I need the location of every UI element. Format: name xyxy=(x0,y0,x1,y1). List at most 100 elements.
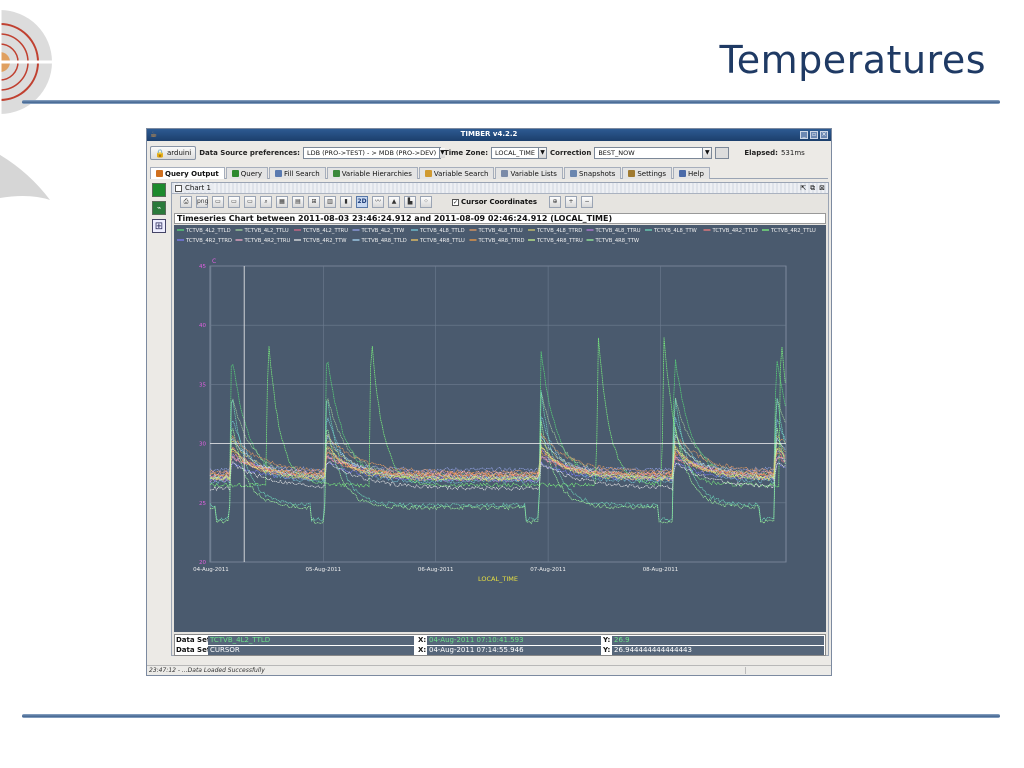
save-icon[interactable]: ▭ xyxy=(244,196,256,208)
y-value: 26.9 xyxy=(612,635,824,645)
new-chart-button[interactable] xyxy=(152,183,166,197)
tab-label: Query Output xyxy=(165,169,219,178)
series-line xyxy=(209,337,786,489)
window-titlebar[interactable]: ☕ TIMBER v4.2.2 _ ▫ × xyxy=(147,129,831,141)
close-icon[interactable]: ⊠ xyxy=(819,184,825,193)
table-view-button[interactable]: ⊞ xyxy=(152,219,166,233)
data-source-select[interactable]: LDB (PRO->TEST) - > MDB (PRO->DEV) ▼ xyxy=(302,147,445,159)
tab-label: Variable Hierarchies xyxy=(341,169,412,178)
inspect-icon[interactable]: ⌕ xyxy=(260,196,272,208)
legend-entry: TCTVB_4R2_TTRD xyxy=(185,238,232,244)
y-tick-label: 30 xyxy=(199,442,206,448)
y-tick-label: 35 xyxy=(199,382,206,388)
minimize-button[interactable]: _ xyxy=(800,131,808,139)
paste-icon[interactable]: ▭ xyxy=(228,196,240,208)
legend-entry: TCTVB_4R8_TTRU xyxy=(536,238,583,244)
zoom-fit-icon[interactable]: ⊕ xyxy=(549,196,562,208)
list-icon xyxy=(501,170,509,177)
preferences-bar: 🔒 arduini Data Source preferences: LDB (… xyxy=(150,145,828,161)
tab-variable-hierarchies[interactable]: Variable Hierarchies xyxy=(326,167,418,179)
tab-snapshots[interactable]: Snapshots xyxy=(563,167,622,179)
gear-icon xyxy=(628,170,636,177)
user-button[interactable]: 🔒 arduini xyxy=(150,146,197,160)
correction-label: Correction xyxy=(550,149,592,157)
chevron-down-icon: ▼ xyxy=(538,148,547,158)
timezone-select[interactable]: LOCAL_TIME ▼ xyxy=(491,147,548,159)
elapsed-label: Elapsed: xyxy=(744,149,778,157)
y-label: Y: xyxy=(603,646,611,654)
status-text: 23:47:12 - ...Data Loaded Successfully xyxy=(149,667,265,674)
tab-query-output[interactable]: Query Output xyxy=(150,167,225,179)
timezone-label: Time Zone: xyxy=(443,149,489,157)
series-line xyxy=(209,389,786,523)
legend-entry: TCTVB_4L8_TTLD xyxy=(419,228,465,234)
export-png-icon[interactable]: png xyxy=(196,196,208,208)
legend-entry: TCTVB_4R8_TTRD xyxy=(478,238,525,244)
line-chart-icon[interactable]: 〰 xyxy=(372,196,384,208)
chart-area[interactable]: TCTVB_4L2_TTLD TCTVB_4L2_TTLU TCTVB_4L2_TT… xyxy=(174,225,826,632)
x-label: X: xyxy=(418,646,427,654)
area-chart-icon[interactable]: ▲ xyxy=(388,196,400,208)
legend-entry: TCTVB_4L8_TTRU xyxy=(595,228,641,234)
chart-settings-button[interactable]: ⌁ xyxy=(152,201,166,215)
legend-entry: TCTVB_4R2_TTW xyxy=(302,238,347,244)
y-tick-label: 45 xyxy=(199,264,206,270)
dataset-row: Data Set: CURSOR X: 04-Aug-2011 07:14:55.94… xyxy=(175,645,825,655)
restore-icon[interactable]: ⇱ xyxy=(800,184,806,193)
cursor-coordinates-toggle[interactable]: ✓ Cursor Coordinates xyxy=(452,198,537,206)
close-button[interactable]: × xyxy=(820,131,828,139)
scatter-chart-icon[interactable]: ⁘ xyxy=(420,196,432,208)
bar-chart-icon[interactable]: ▙ xyxy=(404,196,416,208)
x-tick-label: 06-Aug-2011 xyxy=(418,567,454,573)
zoom-out-icon[interactable]: − xyxy=(581,196,594,208)
legend-entry: TCTVB_4R2_TTLD xyxy=(712,228,758,234)
columns-icon[interactable]: ▥ xyxy=(324,196,336,208)
tab-fill-search[interactable]: Fill Search xyxy=(269,167,326,179)
chart-frame-titlebar[interactable]: Chart 1 ⇱ ⧉ ⊠ xyxy=(172,183,828,194)
play-icon xyxy=(231,170,239,177)
data-source-label: Data Source preferences: xyxy=(199,149,300,157)
2d-mode-icon[interactable]: 2D xyxy=(356,196,368,208)
chevron-down-icon: ▼ xyxy=(702,148,712,158)
tab-label: Fill Search xyxy=(284,169,320,178)
tab-help[interactable]: Help xyxy=(673,167,710,179)
legend-entry: TCTVB_4L2_TTRU xyxy=(302,228,348,234)
lock-icon: 🔒 xyxy=(155,148,165,158)
correction-select[interactable]: BEST_NOW ▼ xyxy=(594,147,713,159)
help-icon xyxy=(679,170,687,177)
status-grip xyxy=(745,667,829,674)
side-toolbar: ⌁ ⊞ xyxy=(152,183,166,237)
tab-settings[interactable]: Settings xyxy=(622,167,673,179)
legend-entry: TCTVB_4L8_TTW xyxy=(653,228,697,234)
y-value: 26.944444444444443 xyxy=(612,645,824,655)
dataset-name: CURSOR xyxy=(208,645,414,655)
maximize-button[interactable]: ▫ xyxy=(810,131,818,139)
pencil-icon xyxy=(424,170,432,177)
copy-icon[interactable]: ▭ xyxy=(212,196,224,208)
y-tick-label: 20 xyxy=(199,560,206,566)
x-value: 04-Aug-2011 07:14:55.946 xyxy=(427,645,601,655)
x-tick-label: 05-Aug-2011 xyxy=(306,567,342,573)
snapshot-icon xyxy=(569,170,577,177)
timeseries-chart[interactable]: TCTVB_4L2_TTLD TCTVB_4L2_TTLU TCTVB_4L2_TT… xyxy=(174,225,826,632)
tab-label: Help xyxy=(688,169,704,178)
chart-frame-title: Chart 1 xyxy=(185,184,211,192)
grid-off-icon[interactable]: ▦ xyxy=(276,196,288,208)
grid-icon[interactable]: ⊞ xyxy=(308,196,320,208)
chart-title: Timeseries Chart between 2011-08-03 23:4… xyxy=(174,213,826,224)
plot-frame xyxy=(209,265,787,563)
tab-variable-lists[interactable]: Variable Lists xyxy=(495,167,563,179)
search-icon xyxy=(275,170,283,177)
tab-label: Settings xyxy=(637,169,667,178)
correction-button[interactable] xyxy=(715,147,730,159)
main-tabs: Query Output Query Fill Search Variable Hie… xyxy=(150,167,828,179)
print-icon[interactable]: ⎙ xyxy=(180,196,192,208)
dataset-name: TCTVB_4L2_TTLD xyxy=(208,635,414,645)
tab-query[interactable]: Query xyxy=(225,167,269,179)
tab-variable-search[interactable]: Variable Search xyxy=(418,167,495,179)
table-icon[interactable]: ▤ xyxy=(292,196,304,208)
bars-icon[interactable]: ▮ xyxy=(340,196,352,208)
maximize-icon[interactable]: ⧉ xyxy=(810,184,815,193)
y-tick-label: 25 xyxy=(199,501,206,507)
zoom-in-icon[interactable]: + xyxy=(565,196,578,208)
